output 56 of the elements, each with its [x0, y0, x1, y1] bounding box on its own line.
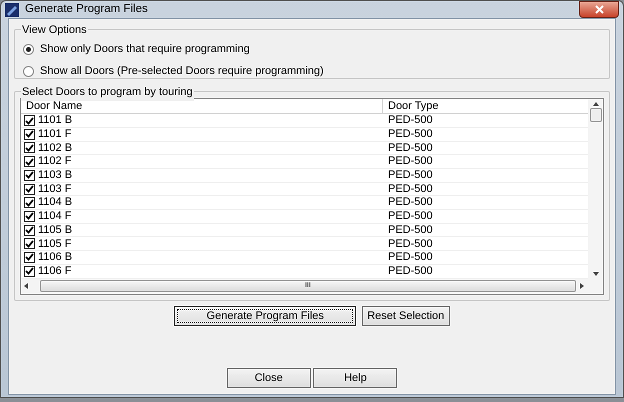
checkbox[interactable] [24, 197, 35, 208]
door-type-cell-text: PED-500 [387, 209, 433, 224]
scroll-right-icon[interactable] [580, 283, 584, 289]
door-name-cell-text: 1102 F [38, 154, 72, 170]
door-name-cell-text: 1103 F [38, 182, 72, 197]
checkbox[interactable] [24, 156, 35, 168]
checkbox[interactable] [24, 184, 35, 195]
checkbox[interactable] [24, 210, 35, 222]
checkbox[interactable] [24, 170, 35, 181]
close-button[interactable]: Close [226, 368, 311, 388]
door-type-cell-text: PED-500 [387, 127, 433, 142]
door-type-cell-text: PED-500 [387, 195, 433, 210]
checkbox[interactable] [24, 142, 35, 154]
door-name-cell-text: 1103 B [38, 168, 72, 184]
door-type-cell-text: PED-500 [387, 250, 433, 266]
checkbox[interactable] [24, 266, 35, 277]
door-type-cell-text: PED-500 [387, 182, 433, 197]
radio-button[interactable] [23, 44, 34, 55]
checkbox[interactable] [24, 115, 35, 126]
window-title: Generate Program Files [25, 2, 148, 17]
close-icon[interactable] [579, 1, 619, 18]
scroll-left-icon[interactable] [24, 283, 28, 289]
group-title: Select Doors to program by touring [21, 84, 194, 101]
door-name-cell-text: 1106 B [38, 250, 72, 266]
column-header[interactable]: Door Name [21, 99, 383, 114]
scroll-thumb[interactable] [590, 108, 602, 122]
door-name-cell-text: 1104 F [38, 209, 72, 224]
column-header[interactable]: Door Type [383, 99, 444, 114]
app-icon [5, 2, 19, 17]
door-type-cell-text: PED-500 [387, 222, 433, 238]
checkbox[interactable] [24, 128, 35, 140]
checkbox[interactable] [24, 238, 35, 250]
door-type-cell-text: PED-500 [387, 264, 433, 279]
generate-button[interactable]: Generate Program Files [174, 306, 356, 326]
door-type-cell-text: PED-500 [387, 113, 433, 128]
scroll-down-icon[interactable] [592, 272, 598, 276]
option-label[interactable]: Show all Doors (Pre-selected Doors require programming) [40, 63, 324, 80]
help-button[interactable]: Help [313, 368, 398, 388]
scroll-up-icon[interactable] [592, 102, 598, 106]
door-type-cell-text: PED-500 [387, 168, 433, 184]
door-name-cell-text: 1102 B [38, 140, 72, 156]
door-type-cell-text: PED-500 [387, 140, 433, 156]
door-type-cell-text: PED-500 [387, 236, 433, 252]
reset-button[interactable]: Reset Selection [362, 306, 450, 326]
door-type-cell-text: PED-500 [387, 154, 433, 170]
checkbox[interactable] [24, 252, 35, 263]
vertical-scrollbar[interactable] [588, 99, 603, 278]
door-name-cell-text: 1104 B [38, 195, 72, 210]
checkbox[interactable] [24, 224, 35, 236]
door-name-cell-text: 1105 B [38, 222, 72, 238]
door-name-cell-text: 1101 B [38, 113, 72, 128]
door-name-cell-text: 1106 F [38, 264, 72, 279]
door-name-cell-text: 1101 F [38, 127, 72, 142]
option-label[interactable]: Show only Doors that require programming [40, 41, 250, 58]
radio-button[interactable] [23, 66, 34, 77]
door-name-cell-text: 1105 F [38, 236, 72, 252]
